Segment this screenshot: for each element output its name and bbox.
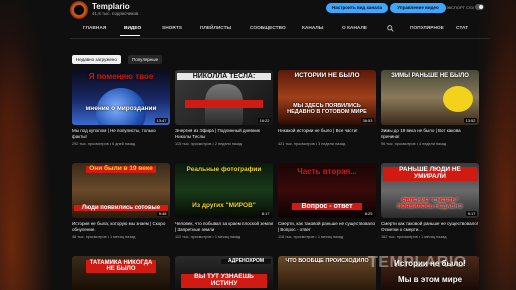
thumbnail-subtext: Вопрос - ответ bbox=[292, 203, 362, 211]
channel-watermark: TEMPLARIO bbox=[368, 254, 467, 271]
thumbnail-text: АДРЕНОХРОМ bbox=[221, 258, 271, 265]
tab-popular[interactable]: ПОПУЛЯРНОЕ bbox=[410, 26, 444, 31]
experiment-toggle[interactable] bbox=[475, 4, 484, 10]
thumbnail-text: ЧТО ВООБЩЕ ПРОИСХОДИЛО bbox=[285, 258, 369, 264]
video-duration: 13:52 bbox=[463, 118, 477, 123]
tab-about[interactable]: О КАНАЛЕ bbox=[342, 26, 367, 31]
video-thumbnail[interactable]: Часть вторая... Вопрос - ответ 8:25 bbox=[278, 163, 376, 218]
video-title[interactable]: Энергия из Эфира | Подлинный дневник Ник… bbox=[175, 128, 273, 139]
video-meta: 118 тыс. просмотров • 1 месяц назад bbox=[278, 235, 344, 239]
red-banner bbox=[185, 100, 263, 108]
video-thumbnail[interactable]: АДРЕНОХРОМ ВЫ ТУТ УЗНАЕШЬ ИСТИНУ bbox=[175, 256, 273, 290]
thumbnail-text: НИКОЛЛА ТЕСЛА: bbox=[177, 73, 271, 81]
channel-tabs: ГЛАВНАЯ ВИДЕО SHORTS ПЛЕЙЛИСТЫ СООБЩЕСТВ… bbox=[80, 24, 480, 38]
thumbnail-subtext: Из других "МИРОВ" bbox=[192, 202, 256, 209]
tab-stats[interactable]: СТАТ bbox=[456, 26, 468, 31]
video-thumbnail[interactable]: НИКОЛЛА ТЕСЛА: 16:22 bbox=[175, 70, 273, 125]
video-thumbnail[interactable]: Они были в 19 веке Люди появились сотовы… bbox=[72, 163, 170, 218]
video-duration: 36:53 bbox=[360, 118, 374, 123]
thumbnail-text: РАНЬШЕ ЛЮДИ НЕ УМИРАЛИ bbox=[383, 166, 477, 181]
video-meta: 292 тыс. просмотров • 6 дней назад bbox=[72, 142, 136, 146]
active-tab-indicator bbox=[120, 35, 140, 36]
thumbnail-text: ТАТАМИКА НИКОГДА НЕ БЫЛО bbox=[86, 260, 156, 273]
video-duration: 8:17 bbox=[260, 211, 271, 216]
manage-videos-button[interactable]: Управление видео bbox=[390, 3, 446, 13]
video-title[interactable]: Смерти как таковой раньше не существовал… bbox=[381, 221, 479, 232]
channel-name: Templario bbox=[92, 2, 130, 11]
video-duration: 8:25 bbox=[363, 211, 374, 216]
thumbnail-text: Я поменяю твое bbox=[88, 72, 154, 81]
video-duration: 16:22 bbox=[257, 118, 271, 123]
video-title[interactable]: Зимы до 19 века не было | Вот какова при… bbox=[381, 128, 479, 139]
channel-header: Templario 41,8 тыс. подписчиков Настроит… bbox=[70, 0, 490, 20]
tab-community[interactable]: СООБЩЕСТВО bbox=[250, 26, 286, 31]
video-thumbnail[interactable]: Я поменяю твое мнение о мироздании 13:47 bbox=[72, 70, 170, 125]
filter-popular-chip[interactable]: Популярные bbox=[128, 55, 163, 64]
video-duration: 9:17 bbox=[466, 211, 477, 216]
background-glow-left bbox=[0, 0, 60, 290]
tab-shorts[interactable]: SHORTS bbox=[162, 26, 182, 31]
video-meta: 96 тыс. просмотров • 4 недели назад bbox=[381, 142, 447, 146]
thumbnail-subtext: Люди появились сотовые bbox=[74, 205, 168, 212]
video-thumbnail[interactable]: ЗИМЫ РАНЬШЕ НЕ БЫЛО 13:52 bbox=[381, 70, 479, 125]
video-meta: 110 тыс. просмотров • 1 месяц назад bbox=[175, 235, 241, 239]
video-thumbnail[interactable]: РАНЬШЕ ЛЮДИ НЕ УМИРАЛИ ЯВЛЕНИЕ "СМЕРТЬ" … bbox=[381, 163, 479, 218]
thumbnail-text: ИСТОРИИ НЕ БЫЛО bbox=[294, 72, 360, 79]
tab-playlists[interactable]: ПЛЕЙЛИСТЫ bbox=[200, 26, 231, 31]
thumbnail-subtext: МЫ ЗДЕСЬ ПОЯВИЛИСЬ НЕДАВНО В ГОТОВОМ МИР… bbox=[287, 103, 367, 115]
search-icon[interactable] bbox=[387, 25, 394, 32]
video-title[interactable]: Человек, что побывал за краем плоской зе… bbox=[175, 221, 273, 232]
yellow-badge bbox=[443, 86, 473, 112]
tab-videos[interactable]: ВИДЕО bbox=[124, 26, 141, 31]
experiment-label: ЭКСПОРТ CSV bbox=[446, 5, 475, 10]
video-meta: 162 тыс. просмотров • 1 месяц назад bbox=[381, 235, 447, 239]
video-duration: 13:47 bbox=[154, 118, 168, 123]
video-title[interactable]: История не была, которую мы знаем | Скор… bbox=[72, 221, 170, 232]
thumbnail-text: Часть вторая... bbox=[297, 167, 357, 176]
thumbnail-text: Реальные фотографии bbox=[186, 166, 262, 173]
thumbnail-text: Они были в 19 веке bbox=[86, 165, 156, 173]
thumbnail-subtext: мнение о мироздании bbox=[85, 105, 157, 112]
video-title[interactable]: Смерти, как таковой раньше не существова… bbox=[278, 221, 376, 232]
video-meta: 421 тыс. просмотров • 3 недели назад bbox=[278, 142, 346, 146]
customize-channel-button[interactable]: Настроить вид канала bbox=[326, 3, 388, 13]
video-thumbnail[interactable]: ЧТО ВООБЩЕ ПРОИСХОДИЛО bbox=[278, 256, 376, 290]
subscriber-count: 41,8 тыс. подписчиков bbox=[92, 11, 139, 16]
thumbnail-text: ЗИМЫ РАНЬШЕ НЕ БЫЛО bbox=[391, 73, 469, 79]
video-title[interactable]: Никакой истории не было | Все части! bbox=[278, 128, 376, 134]
video-meta: 48 тыс. просмотров • 1 месяц назад bbox=[72, 235, 136, 239]
filter-recent-chip[interactable]: Недавно загружено bbox=[72, 55, 121, 64]
tab-home[interactable]: ГЛАВНАЯ bbox=[83, 26, 106, 31]
tab-channels[interactable]: КАНАЛЫ bbox=[302, 26, 323, 31]
video-title[interactable]: Мы под куполом | Не популисты, только фа… bbox=[72, 128, 170, 139]
video-duration: 9:48 bbox=[157, 211, 168, 216]
thumbnail-subtext: ВЫ ТУТ УЗНАЕШЬ ИСТИНУ bbox=[181, 273, 267, 288]
video-thumbnail[interactable]: ТАТАМИКА НИКОГДА НЕ БЫЛО bbox=[72, 256, 170, 290]
thumbnail-subtext: ЯВЛЕНИЕ "СМЕРТЬ" ПОЯВИЛОСЬ НЕДАВНО bbox=[397, 198, 463, 210]
thumbnail-subtext: Мы в этом мире bbox=[397, 275, 463, 284]
video-thumbnail[interactable]: ИСТОРИИ НЕ БЫЛО МЫ ЗДЕСЬ ПОЯВИЛИСЬ НЕДАВ… bbox=[278, 70, 376, 125]
video-meta: 115 тыс. просмотров • 2 недели назад bbox=[175, 142, 242, 146]
channel-avatar[interactable] bbox=[70, 1, 88, 19]
video-thumbnail[interactable]: Реальные фотографии Из других "МИРОВ" 8:… bbox=[175, 163, 273, 218]
tabs-divider bbox=[70, 38, 490, 39]
